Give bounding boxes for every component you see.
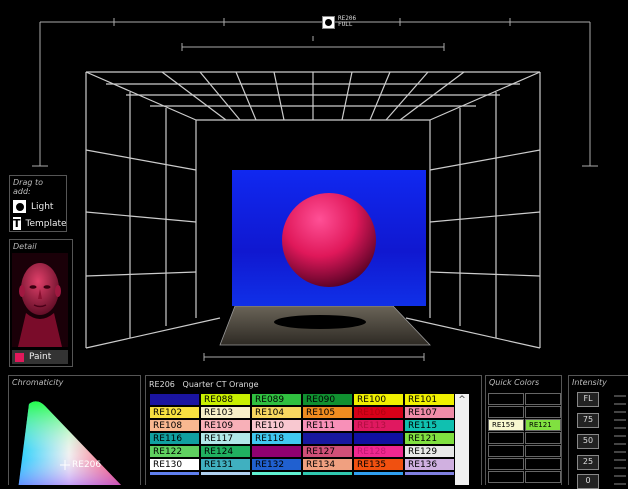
gel-list-panel: RE206 Quarter CT Orange RE085 RE088 RE089 R… [145, 375, 482, 485]
gel-swatch[interactable]: RE103 [201, 407, 251, 419]
drag-template-label: Template [25, 218, 67, 229]
gel-swatch[interactable]: RE108 [150, 420, 200, 432]
intensity-full-button[interactable]: FL [577, 392, 599, 407]
gel-swatch-partial[interactable] [405, 472, 455, 476]
drag-light-item[interactable]: Light [10, 198, 66, 215]
quick-color-slot[interactable] [525, 393, 561, 405]
gel-swatch[interactable]: RE101 [405, 394, 455, 406]
light-fixture-icon [322, 16, 335, 29]
gel-swatch[interactable]: RE124 [201, 446, 251, 458]
intensity-50-button[interactable]: 50 [577, 434, 599, 449]
quick-color-slot[interactable] [488, 458, 524, 470]
drag-panel-title: Drag to add: [13, 178, 44, 196]
paint-swatch [15, 352, 24, 362]
gel-swatch-partial[interactable] [354, 472, 404, 476]
gel-swatch[interactable]: RE132 [252, 459, 302, 471]
gel-swatch[interactable]: RE105 [303, 407, 353, 419]
quick-color-slot[interactable] [525, 458, 561, 470]
quick-color-slot[interactable]: RE159 [488, 419, 524, 431]
gel-swatch[interactable]: RE109 [201, 420, 251, 432]
gel-selected-code: RE206 [149, 380, 175, 389]
template-icon: T [13, 217, 21, 230]
quick-color-slot[interactable] [488, 406, 524, 418]
gel-swatch[interactable]: RE115 [405, 420, 455, 432]
gel-swatch[interactable]: RE127 [303, 446, 353, 458]
paint-label: Paint [29, 352, 52, 362]
quick-color-slot[interactable] [488, 432, 524, 444]
intensity-75-button[interactable]: 75 [577, 413, 599, 428]
intensity-slider-track[interactable] [612, 394, 628, 485]
quick-color-slot[interactable] [525, 406, 561, 418]
gel-swatch[interactable]: RE090 [303, 394, 353, 406]
gel-swatch[interactable]: RE117 [201, 433, 251, 445]
gel-swatch[interactable]: RE104 [252, 407, 302, 419]
gel-swatch[interactable]: RE131 [201, 459, 251, 471]
gel-swatch[interactable]: RE135 [354, 459, 404, 471]
gel-swatch[interactable]: RE088 [201, 394, 251, 406]
gel-swatch[interactable]: RE106 [354, 407, 404, 419]
gel-swatch-partial[interactable] [201, 472, 251, 476]
chromaticity-marker-label: RE206 [72, 460, 102, 470]
gel-swatch[interactable]: RE119 [303, 433, 353, 445]
quick-colors-title: Quick Colors [489, 378, 540, 387]
gel-swatch[interactable]: RE113 [354, 420, 404, 432]
gel-swatch[interactable]: RE107 [405, 407, 455, 419]
quick-color-slot[interactable] [488, 393, 524, 405]
quick-colors-grid: RE159 RE121 [488, 393, 562, 485]
quick-color-slot[interactable] [525, 471, 561, 483]
drag-template-item[interactable]: T Template [10, 215, 67, 232]
light-icon [13, 200, 26, 213]
gel-swatch-partial[interactable] [303, 472, 353, 476]
drag-light-label: Light [31, 201, 54, 212]
gel-swatch[interactable]: RE111 [303, 420, 353, 432]
gel-swatch[interactable]: RE126 [252, 446, 302, 458]
gel-swatch[interactable]: RE129 [405, 446, 455, 458]
gel-swatch[interactable]: RE130 [150, 459, 200, 471]
gel-swatch[interactable]: RE085 [150, 394, 200, 406]
quick-color-slot[interactable] [525, 432, 561, 444]
gel-swatch[interactable]: RE134 [303, 459, 353, 471]
chromaticity-diagram [18, 401, 121, 485]
intensity-0-button[interactable]: 0 [577, 474, 599, 489]
detail-panel: Detail Paint [9, 239, 73, 367]
drag-to-add-panel: Drag to add: Light T Template [9, 175, 67, 232]
sphere [282, 193, 376, 287]
fixture-header[interactable]: RE206 FULL [322, 16, 356, 29]
intensity-title: Intensity [572, 378, 607, 387]
detail-panel-title: Detail [13, 242, 37, 251]
gel-swatch[interactable]: RE128 [354, 446, 404, 458]
fixture-level: FULL [338, 21, 353, 28]
gel-swatch[interactable]: RE089 [252, 394, 302, 406]
gel-swatch[interactable]: RE116 [150, 433, 200, 445]
gel-swatch[interactable]: RE118 [252, 433, 302, 445]
intensity-25-button[interactable]: 25 [577, 455, 599, 470]
gel-swatch[interactable]: RE121 [405, 433, 455, 445]
gel-swatch-partial[interactable] [252, 472, 302, 476]
head-preview [12, 253, 68, 347]
paint-button[interactable]: Paint [12, 350, 68, 364]
gel-swatch[interactable]: RE110 [252, 420, 302, 432]
quick-color-slot[interactable] [488, 471, 524, 483]
chromaticity-panel[interactable]: Chromaticity RE206 [8, 375, 141, 485]
gel-swatch[interactable]: RE122 [150, 446, 200, 458]
intensity-panel: Intensity FL 75 50 25 0 [568, 375, 628, 489]
gel-scrollbar[interactable]: ^ [455, 394, 469, 485]
quick-colors-panel: Quick Colors RE159 RE121 [485, 375, 562, 485]
stage-viewport[interactable]: RE206 FULL [0, 0, 628, 372]
gel-selected-name: Quarter CT Orange [182, 380, 259, 389]
gel-swatch-partial[interactable] [150, 472, 200, 476]
quick-color-slot[interactable] [525, 445, 561, 457]
gel-swatch[interactable]: RE136 [405, 459, 455, 471]
gel-swatch[interactable]: RE102 [150, 407, 200, 419]
quick-color-slot[interactable]: RE121 [525, 419, 561, 431]
quick-color-slot[interactable] [488, 445, 524, 457]
gel-selected-header: RE206 Quarter CT Orange [149, 380, 259, 389]
gel-swatch[interactable]: RE100 [354, 394, 404, 406]
scroll-up-icon[interactable]: ^ [455, 394, 469, 406]
gel-swatch[interactable]: RE120 [354, 433, 404, 445]
